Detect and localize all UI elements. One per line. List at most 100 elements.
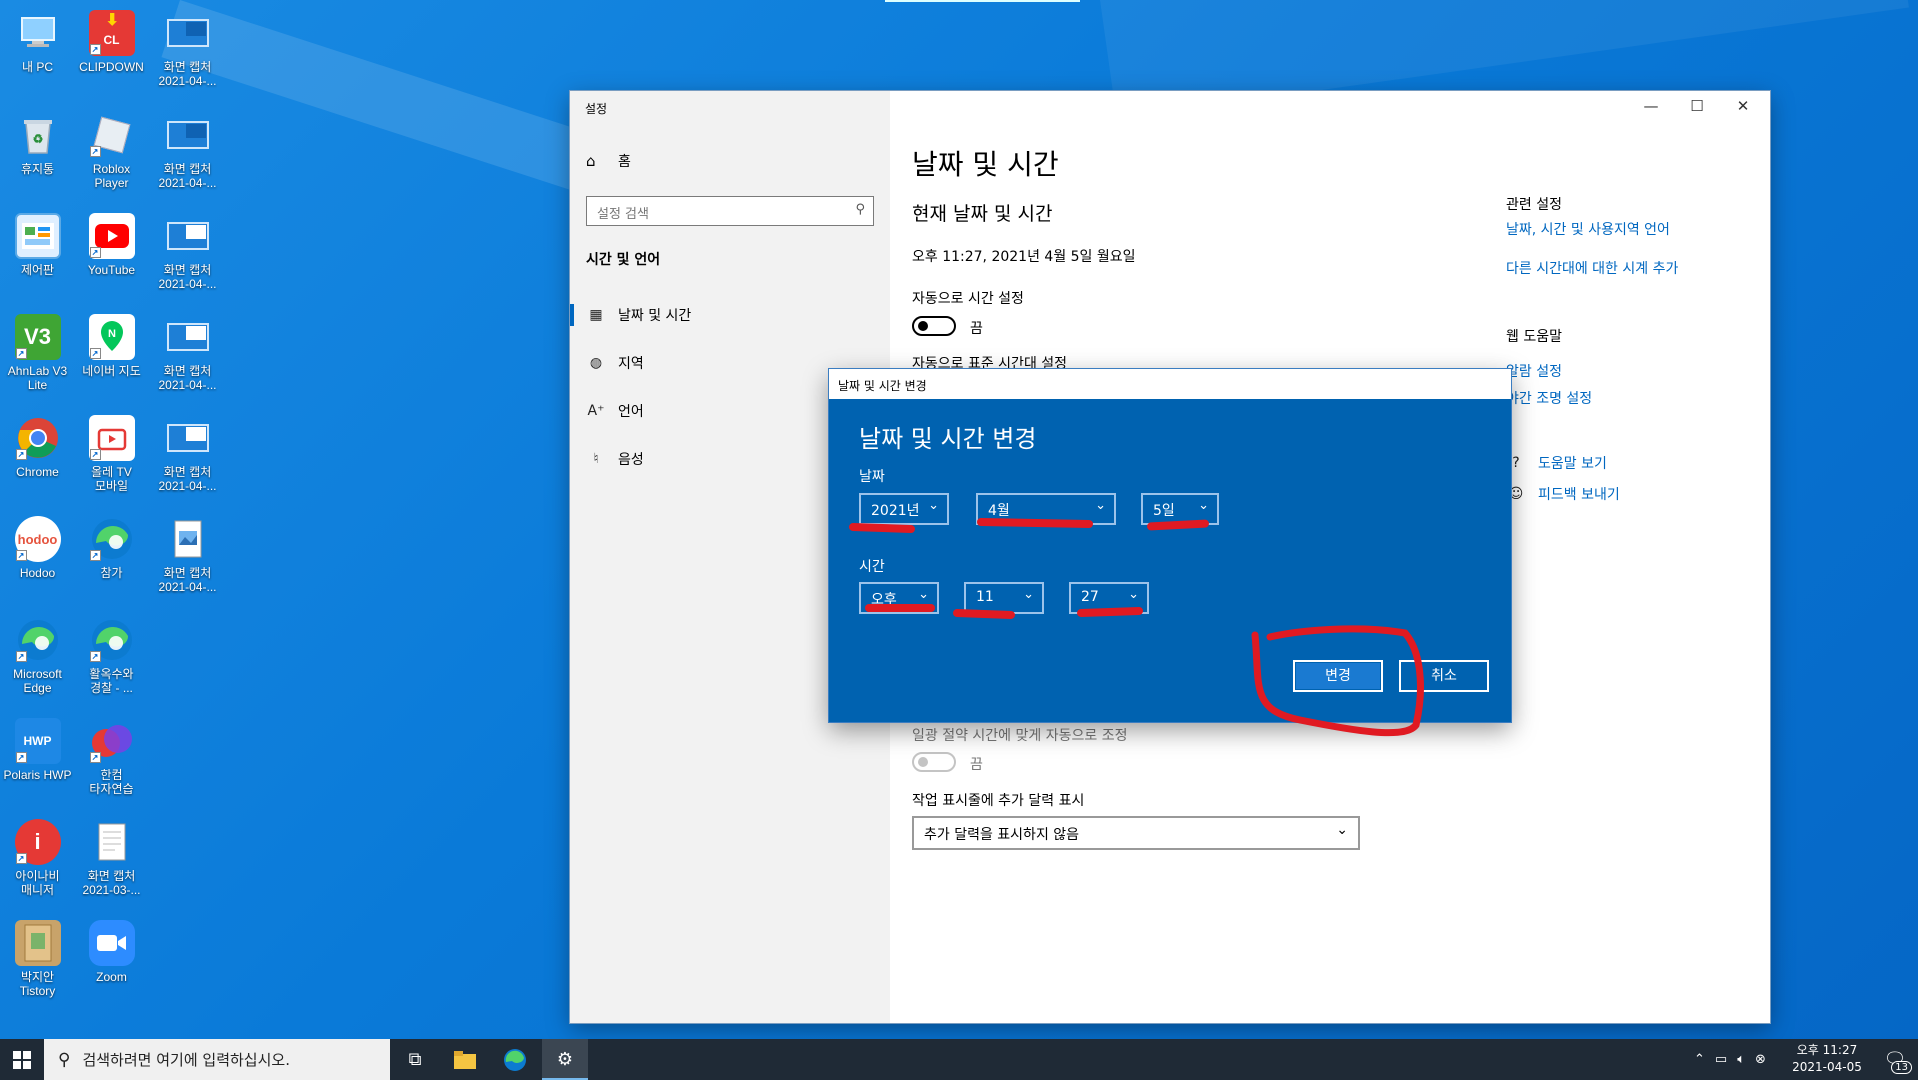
edge-taskbar-button[interactable] <box>492 1039 538 1080</box>
auto-time-toggle[interactable] <box>912 316 956 336</box>
desktop-icon-capture-0330[interactable]: 화면 캡처 2021-03-... <box>74 813 149 913</box>
notification-button[interactable]: 🗨︎ 13 <box>1872 1039 1918 1080</box>
microphone-icon: ♮ <box>593 451 599 467</box>
desktop-icon-control-panel[interactable]: 제어판 <box>0 207 75 307</box>
svg-text:♻: ♻ <box>32 132 43 146</box>
cancel-button[interactable]: 취소 <box>1399 660 1489 692</box>
dialog-titlebar: 날짜 및 시간 변경 <box>829 369 1511 399</box>
month-value: 4월 <box>988 503 1010 519</box>
desktop-icon-capture-5[interactable]: 화면 캡처 2021-04-... <box>150 409 225 509</box>
change-button[interactable]: 변경 <box>1293 660 1383 692</box>
youtube-icon: ↗ <box>88 213 135 259</box>
desktop-icon-capture-4[interactable]: 화면 캡처 2021-04-... <box>150 308 225 408</box>
desktop-icon-youtube[interactable]: ↗ YouTube <box>74 207 149 307</box>
current-datetime: 오후 11:27, 2021년 4월 5일 월요일 <box>912 249 1136 265</box>
dialog-heading: 날짜 및 시간 변경 <box>859 425 1037 453</box>
computer-icon <box>15 10 61 56</box>
desktop-icon-capture-3[interactable]: 화면 캡처 2021-04-... <box>150 207 225 307</box>
notification-count: 13 <box>1891 1061 1912 1074</box>
chevron-down-icon: ⌄ <box>1198 498 1209 513</box>
auto-time-state: 끔 <box>970 321 983 337</box>
desktop-icon-recycle-bin[interactable]: ♻ 휴지통 <box>0 106 75 206</box>
desktop-icon-clipdown[interactable]: ⬇ CL ↗ CLIPDOWN <box>74 4 149 104</box>
home-label: 홈 <box>618 154 631 170</box>
desktop-icon-capture-6[interactable]: 화면 캡처 2021-04-... <box>150 510 225 610</box>
hwp-icon: HWP ↗ <box>14 718 61 764</box>
network-icon[interactable]: ▭ <box>1715 1052 1727 1067</box>
dst-state: 끔 <box>970 757 983 773</box>
icon-label: 아이나비 매니저 <box>15 869 60 897</box>
settings-taskbar-button[interactable]: ⚙ <box>542 1039 588 1080</box>
status-icon[interactable]: ⊗ <box>1755 1052 1766 1067</box>
day-value: 5일 <box>1153 503 1175 519</box>
dst-toggle[interactable] <box>912 752 956 772</box>
year-select[interactable]: 2021년 ⌄ <box>859 493 949 525</box>
desktop-icon-hancom-typing[interactable]: ↗ 한컴 타자연습 <box>74 712 149 812</box>
taskbar: ⚲ 검색하려면 여기에 입력하십시오. ⧉ ⚙ ⌃ ▭ 🔈︎ ⊗ 오후 11:2… <box>0 1039 1918 1080</box>
desktop-icon-this-pc[interactable]: 내 PC <box>0 4 75 104</box>
maximize-button[interactable]: ☐ <box>1674 91 1720 121</box>
task-view-button[interactable]: ⧉ <box>392 1039 438 1080</box>
sidebar-home[interactable]: ⌂ 홈 <box>586 151 631 171</box>
close-button[interactable]: ✕ <box>1720 91 1766 121</box>
minimize-button[interactable]: — <box>1628 91 1674 121</box>
desktop-icon-ahnlab[interactable]: V3 ↗ AhnLab V3 Lite <box>0 308 75 408</box>
year-value: 2021년 <box>871 503 920 519</box>
icon-label: AhnLab V3 Lite <box>7 364 68 392</box>
desktop-icon-capture-1[interactable]: 화면 캡처 2021-04-... <box>150 4 225 104</box>
desktop-icon-join[interactable]: ↗ 참가 <box>74 510 149 610</box>
desktop-icon-polaris-hwp[interactable]: HWP ↗ Polaris HWP <box>0 712 75 812</box>
volume-icon[interactable]: 🔈︎ <box>1737 1052 1745 1067</box>
section-title: 현재 날짜 및 시간 <box>912 203 1053 225</box>
desktop-icon-olleh-tv[interactable]: ↗ 올레 TV 모바일 <box>74 409 149 509</box>
roblox-icon: ↗ <box>89 112 135 158</box>
link-night-light[interactable]: 야간 조명 설정 <box>1506 388 1592 408</box>
icon-label: 화면 캡처 2021-04-... <box>158 566 217 594</box>
inavi-icon: i ↗ <box>14 819 61 865</box>
taskbar-clock[interactable]: 오후 11:27 2021-04-05 <box>1787 1042 1867 1076</box>
desktop-icon-inavi[interactable]: i ↗ 아이나비 매니저 <box>0 813 75 913</box>
desktop-icon-chrome[interactable]: ↗ Chrome <box>0 409 75 509</box>
date-label: 날짜 <box>859 469 885 485</box>
home-icon: ⌂ <box>586 152 596 170</box>
desktop-icon-capture-2[interactable]: 화면 캡처 2021-04-... <box>150 106 225 206</box>
search-placeholder: 설정 검색 <box>597 207 649 222</box>
desktop-icon-roblox[interactable]: ↗ Roblox Player <box>74 106 149 206</box>
taskbar-calendar-dropdown[interactable]: 추가 달력을 표시하지 않음 ⌄ <box>912 816 1360 850</box>
change-datetime-dialog: 날짜 및 시간 변경 날짜 및 시간 변경 날짜 2021년 ⌄ 4월 ⌄ 5일 ⌄ … <box>829 369 1511 722</box>
start-button[interactable] <box>0 1039 44 1080</box>
icon-label: 휴지통 <box>20 162 55 176</box>
desktop-icon-edge[interactable]: ↗ Microsoft Edge <box>0 611 75 711</box>
sidebar-item-date-time[interactable]: ▦ 날짜 및 시간 <box>570 295 890 335</box>
chevron-up-icon[interactable]: ⌃ <box>1694 1052 1705 1067</box>
icon-label: Polaris HWP <box>3 768 72 782</box>
file-explorer-button[interactable] <box>442 1039 488 1080</box>
icon-label: 화면 캡처 2021-04-... <box>158 364 217 392</box>
desktop-icon-naver-map[interactable]: N ↗ 네이버 지도 <box>74 308 149 408</box>
taskbar-search-input[interactable]: ⚲ 검색하려면 여기에 입력하십시오. <box>44 1039 390 1080</box>
give-feedback-link[interactable]: ☺ 피드백 보내기 <box>1506 484 1620 504</box>
link-add-clocks[interactable]: 다른 시간대에 대한 시계 추가 <box>1506 258 1678 278</box>
sidebar-item-label: 음성 <box>618 452 644 468</box>
gear-icon: ⚙ <box>556 1049 574 1070</box>
tv-icon: ↗ <box>88 415 135 461</box>
system-tray: ⌃ ▭ 🔈︎ ⊗ <box>1694 1039 1766 1080</box>
desktop-icon-hodoo[interactable]: hodoo ↗ Hodoo <box>0 510 75 610</box>
sidebar-item-label: 지역 <box>618 356 644 372</box>
link-alarm-settings[interactable]: 알람 설정 <box>1506 361 1562 381</box>
hour-value: 11 <box>976 589 994 605</box>
get-help-link[interactable]: ? 도움말 보기 <box>1506 453 1607 473</box>
desktop-icon-zoom[interactable]: Zoom <box>74 914 149 1014</box>
language-icon: A⁺ <box>587 403 605 419</box>
web-help-heading: 웹 도움말 <box>1506 329 1562 345</box>
edge-icon <box>504 1048 526 1071</box>
desktop-icon-video[interactable]: ↗ 활옥수와 경찰 - ... <box>74 611 149 711</box>
top-highlight <box>885 0 1080 2</box>
annotation-underline <box>865 604 935 612</box>
icon-label: 참가 <box>100 566 123 580</box>
desktop-icon-tistory[interactable]: 박지안 Tistory <box>0 914 75 1014</box>
link-date-time-region[interactable]: 날짜, 시간 및 사용지역 언어 <box>1506 219 1670 239</box>
minute-value: 27 <box>1081 589 1099 605</box>
taskbar-calendar-label: 작업 표시줄에 추가 달력 표시 <box>912 793 1085 809</box>
settings-search-input[interactable]: 설정 검색 ⚲ <box>586 196 874 226</box>
